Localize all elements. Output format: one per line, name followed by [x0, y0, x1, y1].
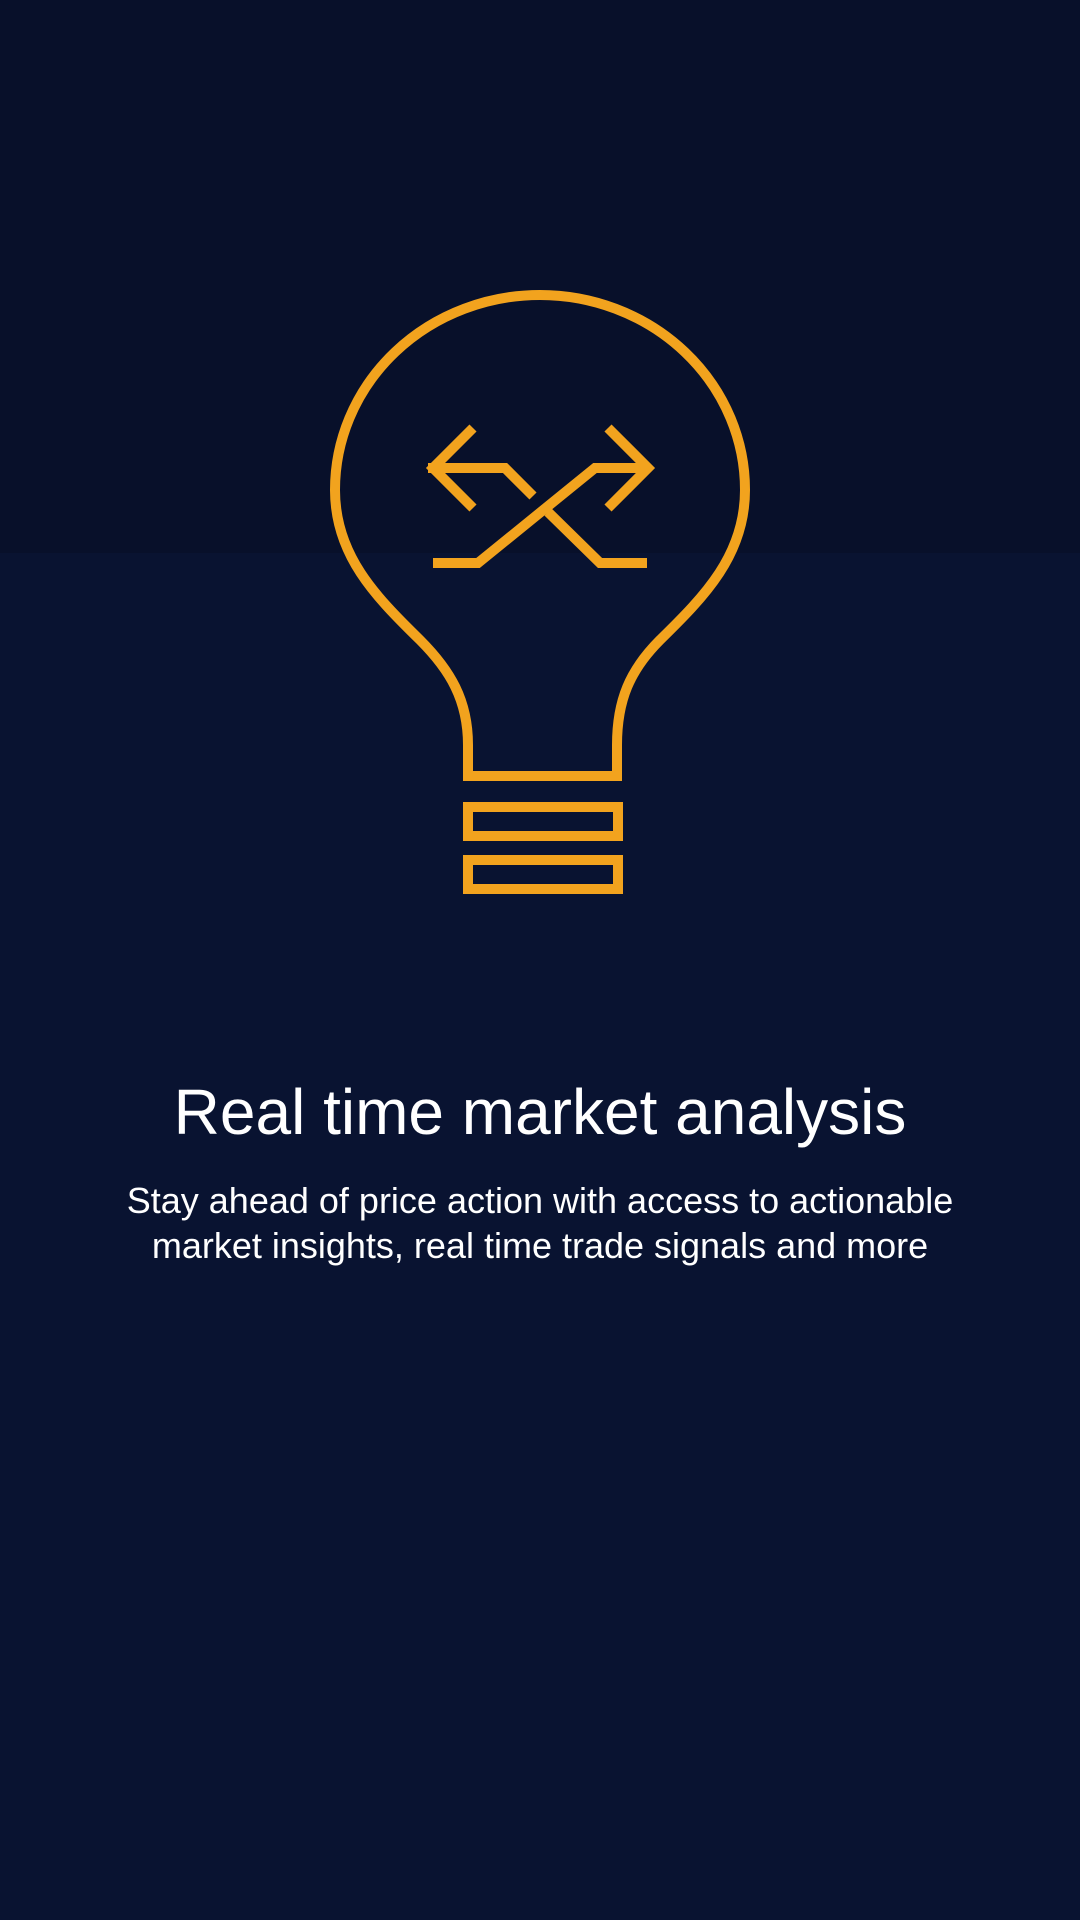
onboarding-title: Real time market analysis — [173, 1076, 907, 1148]
crossing-arrows-icon — [425, 424, 656, 568]
bulb-base-segment-lower — [463, 855, 623, 894]
bulb-outline — [329, 290, 751, 781]
lightbulb-icon — [329, 290, 751, 894]
onboarding-description: Stay ahead of price action with access t… — [126, 1180, 954, 1266]
onboarding-screen: Real time market analysis Stay ahead of … — [0, 0, 1080, 1920]
bulb-base-segment-upper — [463, 802, 623, 841]
